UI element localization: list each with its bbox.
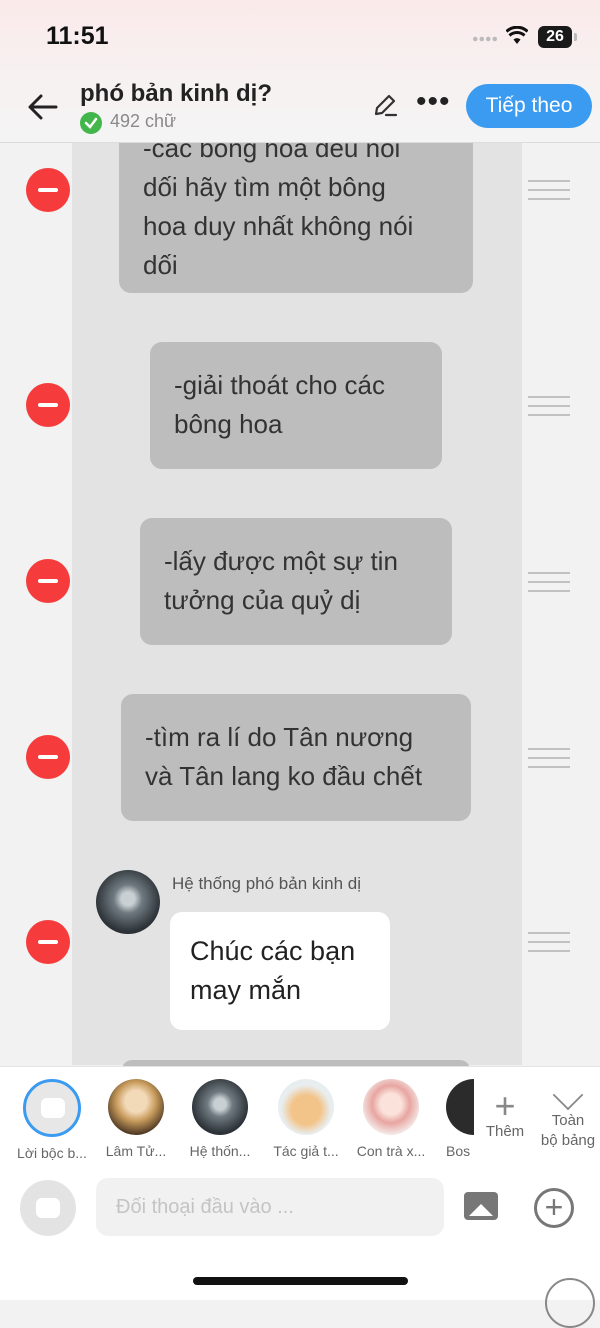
message-bubble[interactable]: -tìm ra lí do Tân nương và Tân lang ko đ… bbox=[121, 694, 471, 821]
battery-icon: 26 bbox=[538, 26, 572, 48]
character-lam[interactable]: Lâm Tử... bbox=[96, 1079, 176, 1159]
image-icon[interactable] bbox=[464, 1192, 498, 1220]
drag-handle-icon[interactable] bbox=[528, 180, 570, 202]
drag-handle-icon[interactable] bbox=[528, 932, 570, 954]
message-bubble[interactable]: -lấy được một sự tin tưởng của quỷ dị bbox=[140, 518, 452, 645]
avatar bbox=[108, 1079, 164, 1135]
speaker-name: Hệ thống phó bản kinh dị bbox=[172, 874, 362, 893]
remove-message-button[interactable] bbox=[26, 735, 70, 779]
word-count: 492 chữ bbox=[110, 111, 177, 131]
plus-icon: + bbox=[494, 1085, 516, 1126]
remove-message-button[interactable] bbox=[26, 559, 70, 603]
chevron-down-icon bbox=[552, 1079, 584, 1111]
character-con-tra[interactable]: Con trà x... bbox=[351, 1079, 431, 1159]
message-text: -các bông hoa đều nói dối hãy tìm một bô… bbox=[143, 143, 414, 280]
character-label: Bos bbox=[446, 1143, 471, 1159]
edit-pencil-icon[interactable] bbox=[372, 92, 398, 118]
status-bar: 11:51 26 bbox=[0, 0, 600, 74]
message-text: -tìm ra lí do Tân nương và Tân lang ko đ… bbox=[145, 722, 423, 791]
message-text: -lấy được một sự tin tưởng của quỷ dị bbox=[164, 546, 398, 615]
status-time: 11:51 bbox=[46, 22, 109, 50]
remove-message-button[interactable] bbox=[26, 383, 70, 427]
message-bubble-character[interactable]: Chúc các bạn may mắn bbox=[170, 912, 390, 1030]
avatar bbox=[363, 1079, 419, 1135]
avatar bbox=[446, 1079, 476, 1135]
character-label: Tác giả t... bbox=[273, 1143, 339, 1159]
battery-tip bbox=[574, 33, 577, 41]
message-text: -giải thoát cho các bông hoa bbox=[174, 370, 386, 439]
show-all-button[interactable]: Toàn bộ bảng bbox=[536, 1079, 600, 1151]
add-circle-icon[interactable]: + bbox=[534, 1188, 574, 1228]
back-arrow-icon[interactable] bbox=[26, 90, 60, 124]
character-author[interactable]: Tác giả t... bbox=[266, 1079, 346, 1159]
signal-icon bbox=[472, 36, 498, 42]
drag-handle-icon[interactable] bbox=[528, 572, 570, 594]
add-character-label: Thêm bbox=[485, 1123, 525, 1140]
editor-header: phó bản kinh dị? 492 chữ ••• Tiếp theo bbox=[0, 74, 600, 143]
drag-handle-icon[interactable] bbox=[528, 748, 570, 770]
character-bos[interactable]: Bos bbox=[432, 1079, 476, 1159]
avatar bbox=[192, 1079, 248, 1135]
character-label: Hệ thốn... bbox=[189, 1143, 251, 1159]
home-indicator bbox=[193, 1277, 408, 1285]
more-options-icon[interactable]: ••• bbox=[416, 87, 452, 117]
dialog-input[interactable] bbox=[96, 1178, 444, 1236]
narration-avatar-icon bbox=[23, 1079, 81, 1137]
scroll-up-icon[interactable] bbox=[545, 1278, 595, 1328]
add-character-button[interactable]: + Thêm bbox=[478, 1085, 532, 1141]
drag-handle-icon[interactable] bbox=[528, 396, 570, 418]
remove-message-button[interactable] bbox=[26, 168, 70, 212]
message-bubble[interactable]: -các bông hoa đều nói dối hãy tìm một bô… bbox=[119, 143, 473, 293]
avatar bbox=[278, 1079, 334, 1135]
character-system[interactable]: Hệ thốn... bbox=[180, 1079, 260, 1159]
system-avatar[interactable] bbox=[96, 870, 160, 934]
check-icon bbox=[80, 112, 102, 134]
remove-message-button[interactable] bbox=[26, 920, 70, 964]
wifi-icon bbox=[506, 26, 528, 44]
character-narration[interactable]: Lời bộc b... bbox=[12, 1079, 92, 1161]
current-speaker-avatar[interactable] bbox=[20, 1180, 76, 1236]
character-label: Lời bộc b... bbox=[17, 1145, 87, 1161]
show-all-label: Toàn bộ bảng bbox=[540, 1112, 596, 1149]
character-label: Lâm Tử... bbox=[105, 1143, 167, 1159]
next-button[interactable]: Tiếp theo bbox=[466, 84, 592, 128]
message-bubble[interactable]: -giải thoát cho các bông hoa bbox=[150, 342, 442, 469]
document-title[interactable]: phó bản kinh dị? bbox=[80, 80, 272, 108]
character-label: Con trà x... bbox=[356, 1143, 426, 1159]
